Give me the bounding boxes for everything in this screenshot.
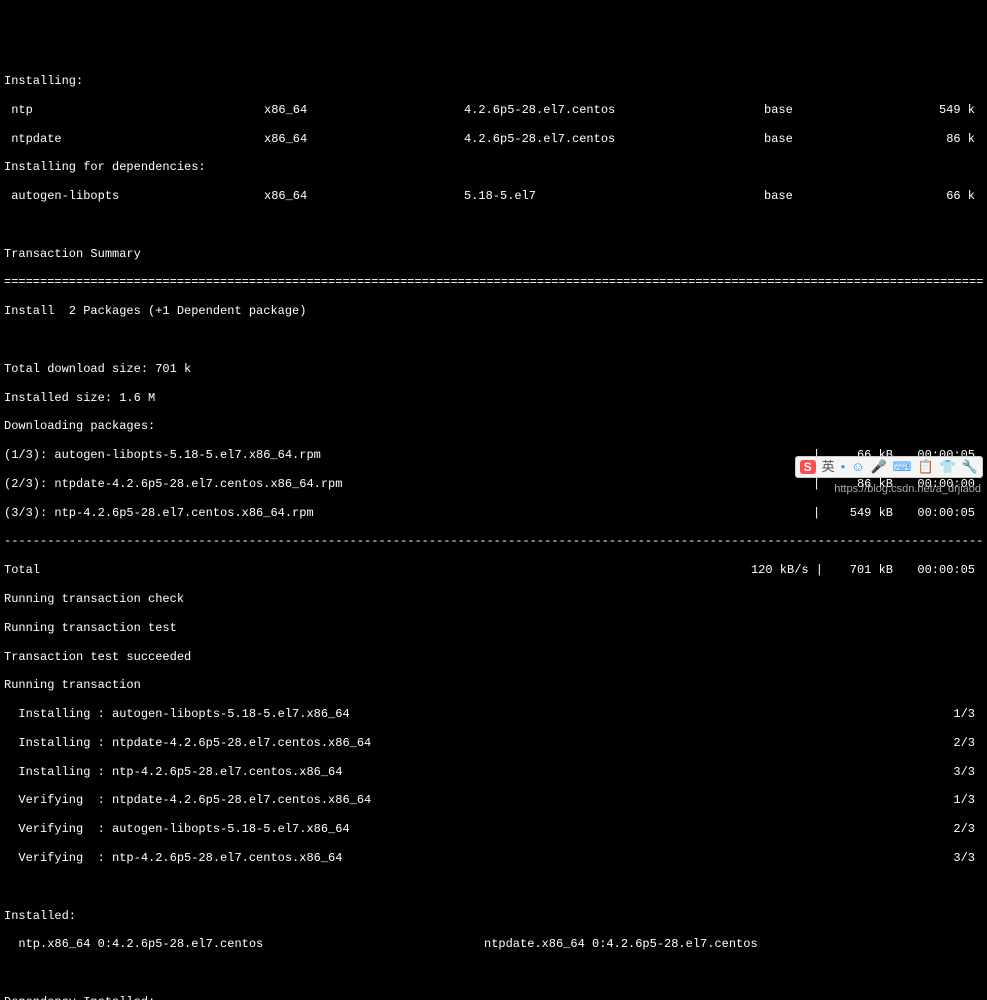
installed-size: Installed size: 1.6 M [4,391,983,405]
tx-progress: 2/3 [933,822,983,836]
total-size: 701 kB [823,563,893,577]
ime-lang-toggle[interactable]: 英 [822,459,835,475]
total-time: 00:00:05 [893,563,983,577]
pkg-row-ntpdate: ntpdate x86_64 4.2.6p5-28.el7.centos bas… [4,132,983,146]
pkg-size: 66 k [914,189,983,203]
tx-action: Installing : ntp-4.2.6p5-28.el7.centos.x… [4,765,933,779]
tx-action: Installing : autogen-libopts-5.18-5.el7.… [4,707,933,721]
ime-voice-icon[interactable]: 🎤 [870,459,886,475]
section-installing-deps: Installing for dependencies: [4,160,983,174]
running-check: Running transaction check [4,592,983,606]
terminal-output[interactable]: Installing: ntp x86_64 4.2.6p5-28.el7.ce… [0,58,987,1000]
ime-clipboard-icon[interactable]: 📋 [917,459,933,475]
tx-row: Installing : ntpdate-4.2.6p5-28.el7.cent… [4,736,983,750]
tx-progress: 3/3 [933,851,983,865]
total-row: Total 120 kB/s | 701 kB 00:00:05 [4,563,983,577]
download-time: 00:00:05 [893,506,983,520]
tx-progress: 1/3 [933,793,983,807]
running-tx: Running transaction [4,678,983,692]
tx-progress: 2/3 [933,736,983,750]
pkg-size: 549 k [914,103,983,117]
blank-line [4,966,983,980]
pkg-arch: x86_64 [264,189,464,203]
pkg-repo: base [764,189,914,203]
installed-pkgs: ntp.x86_64 0:4.2.6p5-28.el7.centos ntpda… [4,937,983,951]
total-download-size: Total download size: 701 k [4,362,983,376]
tx-action: Verifying : ntp-4.2.6p5-28.el7.centos.x8… [4,851,933,865]
download-file: (1/3): autogen-libopts-5.18-5.el7.x86_64… [4,448,813,462]
tx-row: Installing : ntp-4.2.6p5-28.el7.centos.x… [4,765,983,779]
sogou-logo-icon[interactable]: S [800,460,816,474]
watermark: https://blog.csdn.net/a_drjiaod [834,483,981,496]
tx-row: Verifying : ntpdate-4.2.6p5-28.el7.cento… [4,793,983,807]
pkg-repo: base [764,132,914,146]
test-succeeded: Transaction test succeeded [4,650,983,664]
tx-summary-header: Transaction Summary [4,247,983,261]
section-installing: Installing: [4,74,983,88]
tx-action: Verifying : autogen-libopts-5.18-5.el7.x… [4,822,933,836]
tx-row: Verifying : autogen-libopts-5.18-5.el7.x… [4,822,983,836]
pkg-version: 4.2.6p5-28.el7.centos [464,103,764,117]
download-row: (3/3): ntp-4.2.6p5-28.el7.centos.x86_64.… [4,506,983,520]
download-file: (2/3): ntpdate-4.2.6p5-28.el7.centos.x86… [4,477,813,491]
download-file: (3/3): ntp-4.2.6p5-28.el7.centos.x86_64.… [4,506,813,520]
pkg-version: 4.2.6p5-28.el7.centos [464,132,764,146]
pkg-row-ntp: ntp x86_64 4.2.6p5-28.el7.centos base 54… [4,103,983,117]
progress-bar-icon: | [813,506,823,520]
divider-dash: ----------------------------------------… [4,534,983,548]
tx-progress: 3/3 [933,765,983,779]
divider-double: ========================================… [4,275,983,289]
pkg-repo: base [764,103,914,117]
blank-line [4,880,983,894]
installed-pkg: ntpdate.x86_64 0:4.2.6p5-28.el7.centos [484,937,983,951]
progress-bar-icon: | [813,477,823,491]
pkg-name: ntpdate [4,132,264,146]
blank-line [4,333,983,347]
tx-action: Installing : ntpdate-4.2.6p5-28.el7.cent… [4,736,933,750]
tx-progress: 1/3 [933,707,983,721]
ime-skin-icon[interactable]: 👕 [940,459,956,475]
downloading-header: Downloading packages: [4,419,983,433]
pkg-arch: x86_64 [264,103,464,117]
total-label: Total [4,563,751,577]
pkg-name: autogen-libopts [4,189,264,203]
pkg-row-autogen: autogen-libopts x86_64 5.18-5.el7 base 6… [4,189,983,203]
install-count: Install 2 Packages (+1 Dependent package… [4,304,983,318]
pkg-arch: x86_64 [264,132,464,146]
installed-header: Installed: [4,909,983,923]
blank-line [4,218,983,232]
installed-pkg: ntp.x86_64 0:4.2.6p5-28.el7.centos [4,937,484,951]
tx-row: Verifying : ntp-4.2.6p5-28.el7.centos.x8… [4,851,983,865]
tx-row: Installing : autogen-libopts-5.18-5.el7.… [4,707,983,721]
ime-keyboard-icon[interactable]: ⌨ [893,459,912,475]
ime-punct-icon[interactable]: • [841,459,846,475]
tx-action: Verifying : ntpdate-4.2.6p5-28.el7.cento… [4,793,933,807]
pkg-name: ntp [4,103,264,117]
download-size: 549 kB [823,506,893,520]
pkg-size: 86 k [914,132,983,146]
pkg-version: 5.18-5.el7 [464,189,764,203]
total-rate: 120 kB/s | [751,563,823,577]
ime-emoji-icon[interactable]: ☺ [851,459,864,475]
running-test: Running transaction test [4,621,983,635]
ime-toolbar[interactable]: S 英 • ☺ 🎤 ⌨ 📋 👕 🔧 [795,456,983,478]
ime-settings-icon[interactable]: 🔧 [962,459,978,475]
dep-installed-header: Dependency Installed: [4,995,983,1000]
